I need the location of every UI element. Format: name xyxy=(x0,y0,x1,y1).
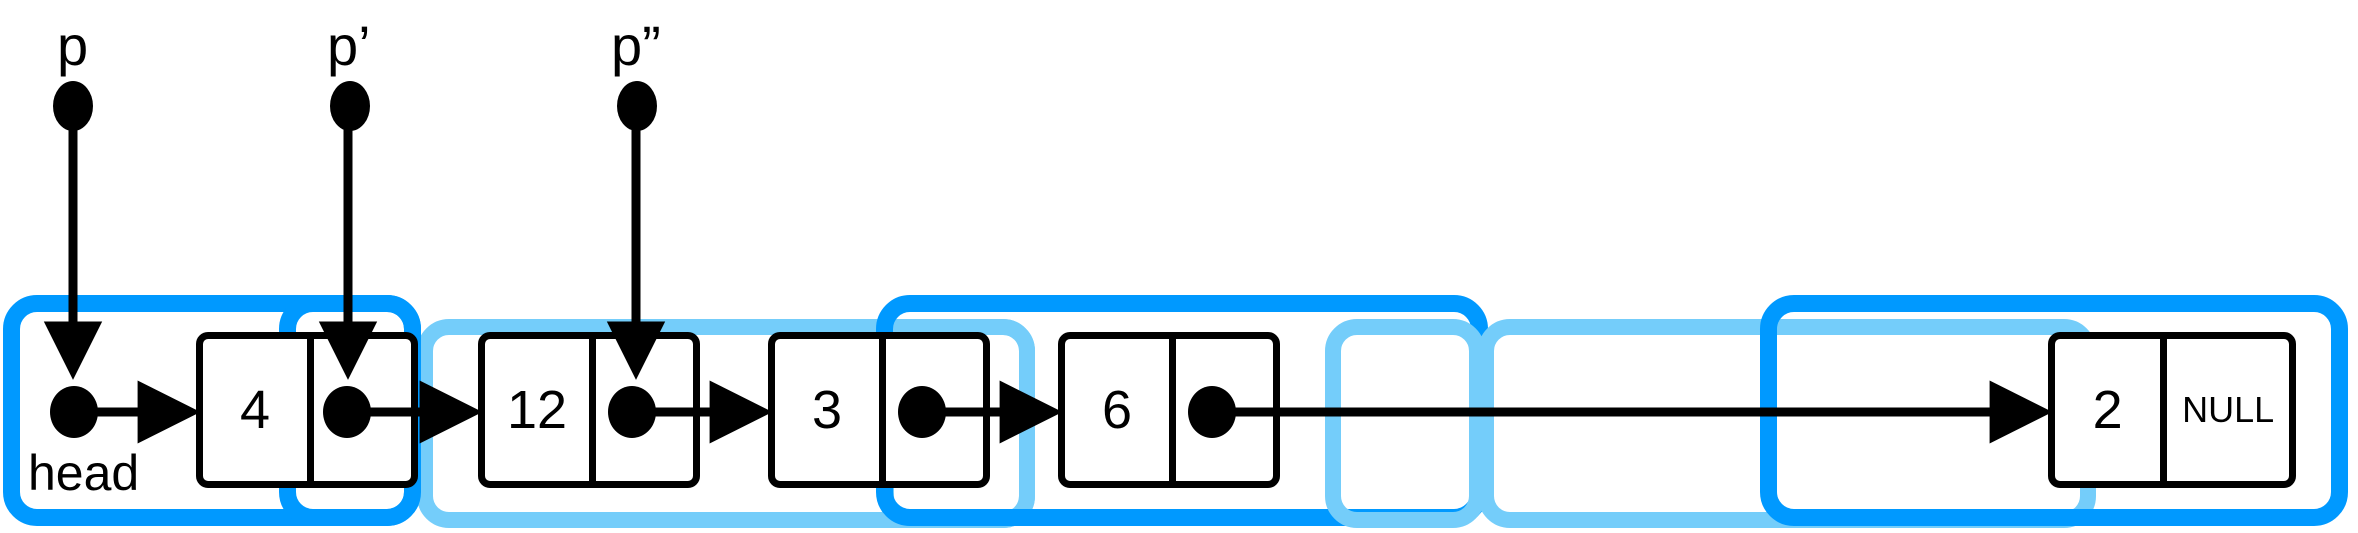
node-12: 12 xyxy=(478,332,700,488)
node-12-next-dot xyxy=(608,386,656,438)
head-label: head xyxy=(28,445,140,501)
node-3-value: 3 xyxy=(811,380,843,440)
node-6-next-dot xyxy=(1188,386,1236,438)
node-12-value-cell: 12 xyxy=(485,339,589,481)
pointer-p-double-prime-dot xyxy=(617,81,657,131)
node-3-next-dot xyxy=(898,386,946,438)
pointer-p-prime-dot xyxy=(330,81,370,131)
node-12-value: 12 xyxy=(506,380,568,440)
node-4: 4 xyxy=(196,332,418,488)
head-dot xyxy=(50,386,98,438)
node-2: 2 NULL xyxy=(2048,332,2296,488)
pointer-label-p: p xyxy=(57,14,89,77)
node-2-next-cell: NULL xyxy=(2160,339,2289,481)
pointer-label-p-prime: p’ xyxy=(327,14,371,77)
node-2-value-cell: 2 xyxy=(2055,339,2160,481)
null-label: NULL xyxy=(2182,389,2275,430)
node-4-next-dot xyxy=(323,386,371,438)
node-6-value: 6 xyxy=(1101,380,1133,440)
node-6-value-cell: 6 xyxy=(1065,339,1169,481)
highlight-rect-node3-inner xyxy=(1325,319,1485,528)
linked-list-diagram: 4 12 3 6 2 NULL p p’ p” head xyxy=(0,0,2358,533)
node-2-value: 2 xyxy=(2092,380,2123,440)
node-4-value-cell: 4 xyxy=(203,339,307,481)
node-4-value: 4 xyxy=(239,380,271,440)
node-3: 3 xyxy=(768,332,990,488)
pointer-p-dot xyxy=(53,81,93,131)
node-6: 6 xyxy=(1058,332,1280,488)
pointer-label-p-double-prime: p” xyxy=(611,14,661,77)
node-3-value-cell: 3 xyxy=(775,339,879,481)
